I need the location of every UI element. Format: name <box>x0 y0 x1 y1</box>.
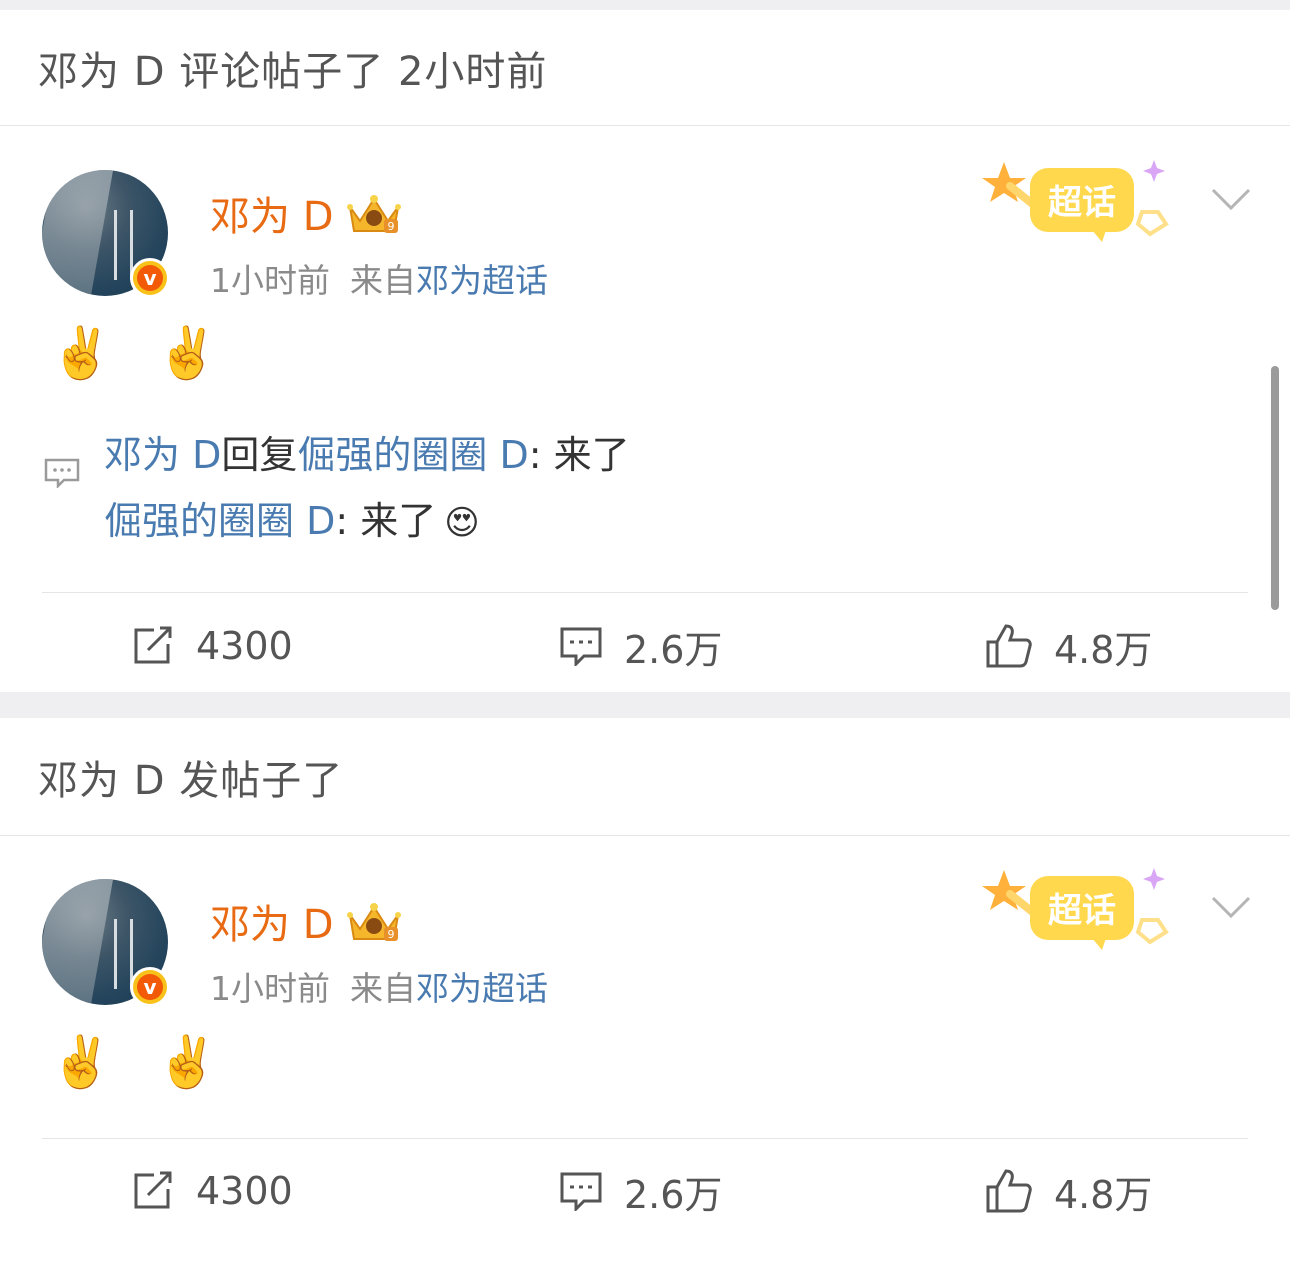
username-text: 邓为 D <box>210 902 334 948</box>
username[interactable]: 邓为 D 9 <box>210 892 402 950</box>
post-meta: 1小时前 来自邓为超话 <box>210 254 548 302</box>
comment-button[interactable]: 2.6万 <box>560 594 722 698</box>
scrollbar[interactable] <box>1271 366 1279 610</box>
svg-text:超话: 超话 <box>1048 183 1116 223</box>
repost-count: 4300 <box>196 1169 293 1213</box>
crown-icon: 9 <box>346 899 402 943</box>
comment-author[interactable]: 倔强的圈圈 D <box>104 499 335 543</box>
comment-count: 2.6万 <box>624 1172 723 1217</box>
username[interactable]: 邓为 D 9 <box>210 184 402 242</box>
action-bar: 4300 2.6万 4.8万 <box>0 594 1290 698</box>
like-icon <box>986 1169 1032 1213</box>
like-button[interactable]: 4.8万 <box>986 594 1152 698</box>
from-prefix: 来自 <box>350 969 416 1008</box>
chaohua-icon[interactable]: 超话 <box>982 864 1182 960</box>
like-count: 4.8万 <box>1054 1172 1153 1217</box>
source-link[interactable]: 邓为超话 <box>416 969 548 1008</box>
comment-text: : 来了 <box>335 499 437 543</box>
chevron-down-icon[interactable] <box>1210 186 1252 212</box>
username-text: 邓为 D <box>210 194 334 240</box>
svg-text:9: 9 <box>387 928 394 941</box>
comment-icon <box>44 442 80 490</box>
feed-section-2: 邓为 D 发帖子了 v 邓为 D 9 1小时前 来自邓为超话 超话 ✌️ ✌️ … <box>0 718 1290 1263</box>
source-link[interactable]: 邓为超话 <box>416 261 548 300</box>
verified-badge-icon: v <box>130 258 170 298</box>
post-content: ✌️ ✌️ <box>50 324 233 382</box>
section-header: 邓为 D 评论帖子了 2小时前 <box>0 10 1290 126</box>
reply-word: 回复 <box>221 433 298 477</box>
comment-icon <box>560 1172 602 1211</box>
comment-count: 2.6万 <box>624 627 723 672</box>
like-count: 4.8万 <box>1054 627 1153 672</box>
comment-text: : 来了 <box>528 433 630 477</box>
reply-target[interactable]: 倔强的圈圈 D <box>297 433 528 477</box>
svg-text:9: 9 <box>387 220 394 233</box>
repost-button[interactable]: 4300 <box>132 594 293 698</box>
post-card[interactable]: v 邓为 D 9 1小时前 来自邓为超话 <box>0 836 1290 1263</box>
like-button[interactable]: 4.8万 <box>986 1139 1152 1243</box>
section-header: 邓为 D 发帖子了 <box>0 718 1290 836</box>
like-icon <box>986 624 1032 668</box>
svg-text:超话: 超话 <box>1048 891 1116 931</box>
comment-icon <box>560 627 602 666</box>
post-meta: 1小时前 来自邓为超话 <box>210 962 548 1010</box>
comment-button[interactable]: 2.6万 <box>560 1139 722 1243</box>
repost-button[interactable]: 4300 <box>132 1139 293 1243</box>
post-time: 1小时前 <box>210 261 330 300</box>
from-prefix: 来自 <box>350 261 416 300</box>
comment-author[interactable]: 邓为 D <box>104 433 221 477</box>
emoji-heart-eyes: 😍 <box>444 503 480 543</box>
feed-section-1: 邓为 D 评论帖子了 2小时前 v 邓为 D 9 1小时前 来自邓为超话 超话 … <box>0 10 1290 692</box>
post-content: ✌️ ✌️ <box>50 1033 233 1091</box>
divider <box>42 592 1248 593</box>
verified-badge-icon: v <box>130 967 170 1007</box>
post-time: 1小时前 <box>210 969 330 1008</box>
repost-count: 4300 <box>196 624 293 668</box>
comment-preview[interactable]: 邓为 D回复倔强的圈圈 D: 来了 倔强的圈圈 D: 来了 😍 <box>44 422 1244 554</box>
repost-icon <box>134 1171 172 1209</box>
crown-icon: 9 <box>346 191 402 235</box>
chevron-down-icon[interactable] <box>1210 894 1252 920</box>
post-card[interactable]: v 邓为 D 9 1小时前 来自邓为超话 <box>0 126 1290 692</box>
repost-icon <box>134 626 172 664</box>
chaohua-icon[interactable]: 超话 <box>982 156 1182 252</box>
action-bar: 4300 2.6万 4.8万 <box>0 1139 1290 1243</box>
